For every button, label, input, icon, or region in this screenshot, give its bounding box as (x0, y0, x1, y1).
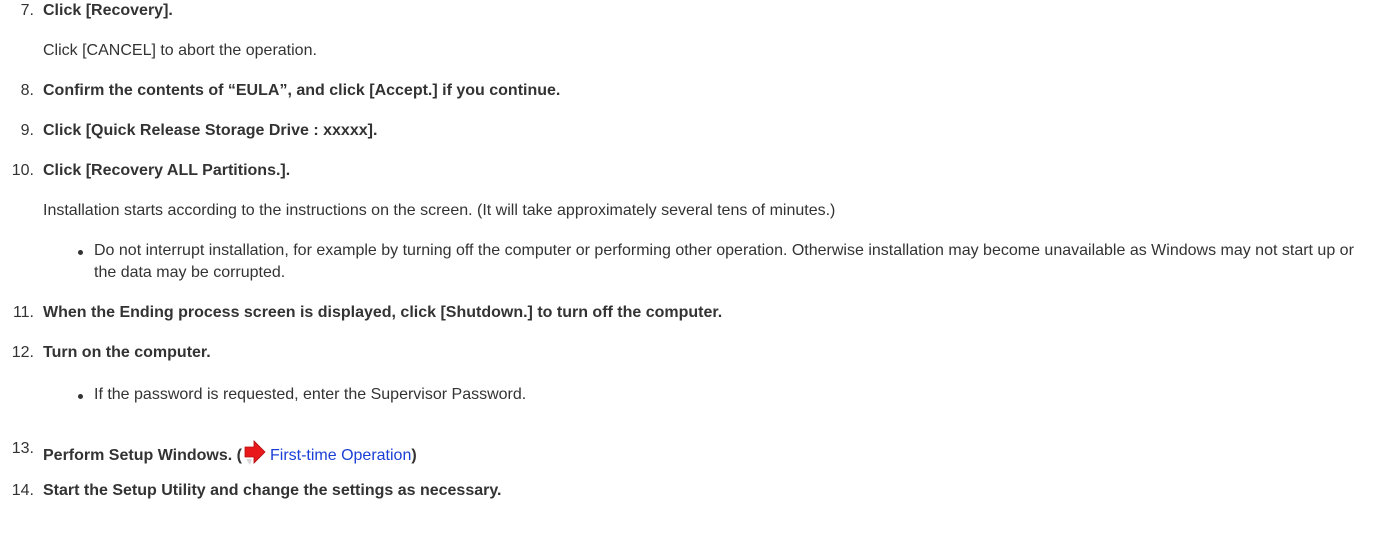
step-number: 8. (20, 82, 34, 99)
step-title: Click [Recovery]. (43, 2, 173, 19)
first-time-operation-link[interactable]: First-time Operation (270, 447, 411, 464)
step-title: Start the Setup Utility and change the s… (43, 482, 502, 499)
instructions-page: 7. Click [Recovery]. Click [CANCEL] to a… (0, 0, 1381, 533)
red-arrow-right-icon (244, 440, 266, 465)
step-number: 12. (11, 344, 34, 361)
step-number: 9. (20, 122, 34, 139)
step-note: Click [CANCEL] to abort the operation. (43, 42, 317, 59)
bullet-dot-icon (78, 250, 83, 255)
bullet-text: Do not interrupt installation, for examp… (94, 242, 1354, 281)
bullet-dot-icon (78, 394, 83, 399)
step-title: When the Ending process screen is displa… (43, 304, 723, 321)
step-number: 13. (11, 440, 34, 457)
step-title-suffix: ) (411, 447, 417, 464)
step-title: Confirm the contents of “EULA”, and clic… (43, 82, 561, 99)
step-title-prefix: Perform Setup Windows. ( (43, 447, 242, 464)
step-title: Turn on the computer. (43, 344, 211, 361)
step-number: 14. (11, 482, 34, 499)
step-note: Installation starts according to the ins… (43, 202, 836, 219)
step-title: Click [Quick Release Storage Drive : xxx… (43, 122, 378, 139)
step-number: 7. (20, 2, 34, 19)
step-title: Click [Recovery ALL Partitions.]. (43, 162, 291, 179)
step-number: 10. (11, 162, 34, 179)
step-number: 11. (12, 304, 34, 321)
bullet-text: If the password is requested, enter the … (94, 386, 527, 403)
step-title: Perform Setup Windows. ( First-time Oper… (43, 440, 417, 466)
